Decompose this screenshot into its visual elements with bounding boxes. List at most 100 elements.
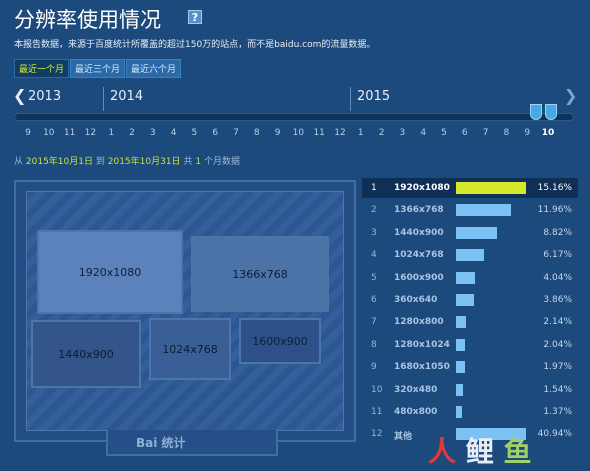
rank-percentage: 11.96% xyxy=(537,205,572,216)
resolution-box-1366x768: 1366x768 xyxy=(191,236,329,312)
tab-last-six-months[interactable]: 最近六个月 xyxy=(126,59,182,78)
rank-percentage: 1.97% xyxy=(543,362,572,373)
rank-number: 12 xyxy=(371,429,383,440)
resolution-box-1600x900: 1600x900 xyxy=(239,318,321,364)
watermark-char-3: 鱼 xyxy=(503,435,532,468)
timeline-next-button[interactable]: ❯ xyxy=(564,86,577,105)
rank-resolution: 1280x800 xyxy=(394,317,444,328)
month-unit: 个月数据 xyxy=(203,157,240,167)
rank-number: 5 xyxy=(371,272,377,283)
ranking-row[interactable]: 4 1024x768 6.17% xyxy=(362,245,578,265)
timeline-month[interactable]: 3 xyxy=(394,128,410,138)
monitor-stand xyxy=(106,430,278,456)
rank-percentage: 8.82% xyxy=(543,227,572,238)
ranking-row[interactable]: 10 320x480 1.54% xyxy=(362,380,578,400)
year-2015[interactable]: 2015 xyxy=(357,89,390,104)
timeline-month[interactable]: 12 xyxy=(82,128,98,138)
rank-number: 2 xyxy=(371,205,377,216)
rank-number: 3 xyxy=(371,227,377,238)
timeline-month[interactable]: 10 xyxy=(290,128,306,138)
rank-resolution: 1280x1024 xyxy=(394,339,450,350)
baidu-tongji-logo: Bai 统计 xyxy=(136,436,186,450)
timeline-month[interactable]: 11 xyxy=(311,128,327,138)
watermark-char-1: 人 xyxy=(428,435,457,468)
rank-number: 7 xyxy=(371,317,377,328)
total-label: 共 xyxy=(183,157,193,167)
slider-handle-start[interactable] xyxy=(530,104,542,120)
year-separator xyxy=(103,87,104,111)
help-icon[interactable]: ? xyxy=(188,10,202,24)
rank-resolution: 1024x768 xyxy=(394,250,444,261)
ranking-row[interactable]: 3 1440x900 8.82% xyxy=(362,223,578,243)
year-2013[interactable]: 2013 xyxy=(28,89,61,104)
rank-share-bar xyxy=(456,338,466,351)
rank-number: 6 xyxy=(371,295,377,305)
timeline-month[interactable]: 10 xyxy=(41,128,57,138)
timeline-month[interactable]: 1 xyxy=(103,128,119,138)
chevron-right-icon: ❯ xyxy=(564,86,578,105)
rank-resolution: 320x480 xyxy=(394,384,438,395)
rank-percentage: 2.14% xyxy=(543,317,572,328)
date-range-summary: 从 2015年10月1日 到 2015年10月31日 共 1 个月数据 xyxy=(14,154,240,167)
rank-percentage: 1.37% xyxy=(543,407,572,417)
timeline-month[interactable]: 7 xyxy=(478,128,494,138)
timeline-month[interactable]: 11 xyxy=(62,128,78,138)
ranking-row[interactable]: 5 1600x900 4.04% xyxy=(362,268,578,288)
rank-resolution: 1366x768 xyxy=(394,205,444,216)
timeline-month[interactable]: 9 xyxy=(270,128,286,138)
timeline-month[interactable]: 9 xyxy=(519,128,535,138)
ranking-row[interactable]: 6 360x640 3.86% xyxy=(362,290,578,310)
rank-share-bar xyxy=(456,271,475,284)
monitor-screen: 1920x1080 1366x768 1440x900 1024x768 160… xyxy=(26,191,344,431)
chevron-left-icon: ❮ xyxy=(13,86,27,105)
tab-last-three-months[interactable]: 最近三个月 xyxy=(70,59,126,78)
ranking-row[interactable]: 8 1280x1024 2.04% xyxy=(362,335,578,355)
timeline-month[interactable]: 4 xyxy=(166,128,182,138)
slider-handle-end[interactable] xyxy=(545,104,557,120)
timeline-month[interactable]: 1 xyxy=(353,128,369,138)
timeline-month[interactable]: 8 xyxy=(249,128,265,138)
watermark: 人 鲤 鱼 xyxy=(428,430,532,470)
rank-percentage: 15.16% xyxy=(537,183,572,193)
ranking-row[interactable]: 11 480x800 1.37% xyxy=(362,402,578,422)
ranking-row[interactable]: 9 1680x1050 1.97% xyxy=(362,357,578,377)
rank-share-bar xyxy=(456,383,464,396)
to-label: 到 xyxy=(95,157,105,167)
timeline-month[interactable]: 5 xyxy=(186,128,202,138)
rank-share-bar xyxy=(456,361,466,374)
timeline-month[interactable]: 8 xyxy=(498,128,514,138)
timeline-month[interactable]: 6 xyxy=(207,128,223,138)
timeline-month[interactable]: 2 xyxy=(374,128,390,138)
timeline-month[interactable]: 5 xyxy=(436,128,452,138)
ranking-row[interactable]: 7 1280x800 2.14% xyxy=(362,312,578,332)
rank-number: 8 xyxy=(371,339,377,350)
timeline-slider-track[interactable] xyxy=(14,113,574,121)
timeline-month[interactable]: 2 xyxy=(124,128,140,138)
rank-number: 4 xyxy=(371,250,377,261)
rank-percentage: 1.54% xyxy=(543,384,572,395)
rank-number: 9 xyxy=(371,362,377,373)
ranking-row[interactable]: 2 1366x768 11.96% xyxy=(362,200,578,220)
timeline-month[interactable]: 9 xyxy=(20,128,36,138)
timeline-month[interactable]: 4 xyxy=(415,128,431,138)
month-count: 1 xyxy=(195,157,202,167)
rank-share-bar xyxy=(456,226,497,239)
timeline-month[interactable]: 3 xyxy=(145,128,161,138)
timeline-month[interactable]: 12 xyxy=(332,128,348,138)
rank-percentage: 6.17% xyxy=(543,250,572,261)
ranking-row[interactable]: 1 1920x1080 15.16% xyxy=(362,178,578,198)
rank-share-bar xyxy=(456,406,463,418)
rank-percentage: 40.94% xyxy=(537,429,572,440)
resolution-box-1024x768: 1024x768 xyxy=(149,318,231,380)
rank-number: 1 xyxy=(371,183,377,193)
rank-percentage: 3.86% xyxy=(543,295,572,305)
timeline-prev-button[interactable]: ❮ xyxy=(13,86,26,105)
watermark-char-2: 鲤 xyxy=(465,435,494,468)
tab-last-one-month[interactable]: 最近一个月 xyxy=(14,59,70,78)
rank-resolution: 1680x1050 xyxy=(394,362,450,373)
rank-share-bar xyxy=(456,249,485,262)
timeline-month[interactable]: 10 xyxy=(540,128,556,138)
timeline-month[interactable]: 7 xyxy=(228,128,244,138)
year-2014[interactable]: 2014 xyxy=(110,89,143,104)
timeline-month[interactable]: 6 xyxy=(457,128,473,138)
